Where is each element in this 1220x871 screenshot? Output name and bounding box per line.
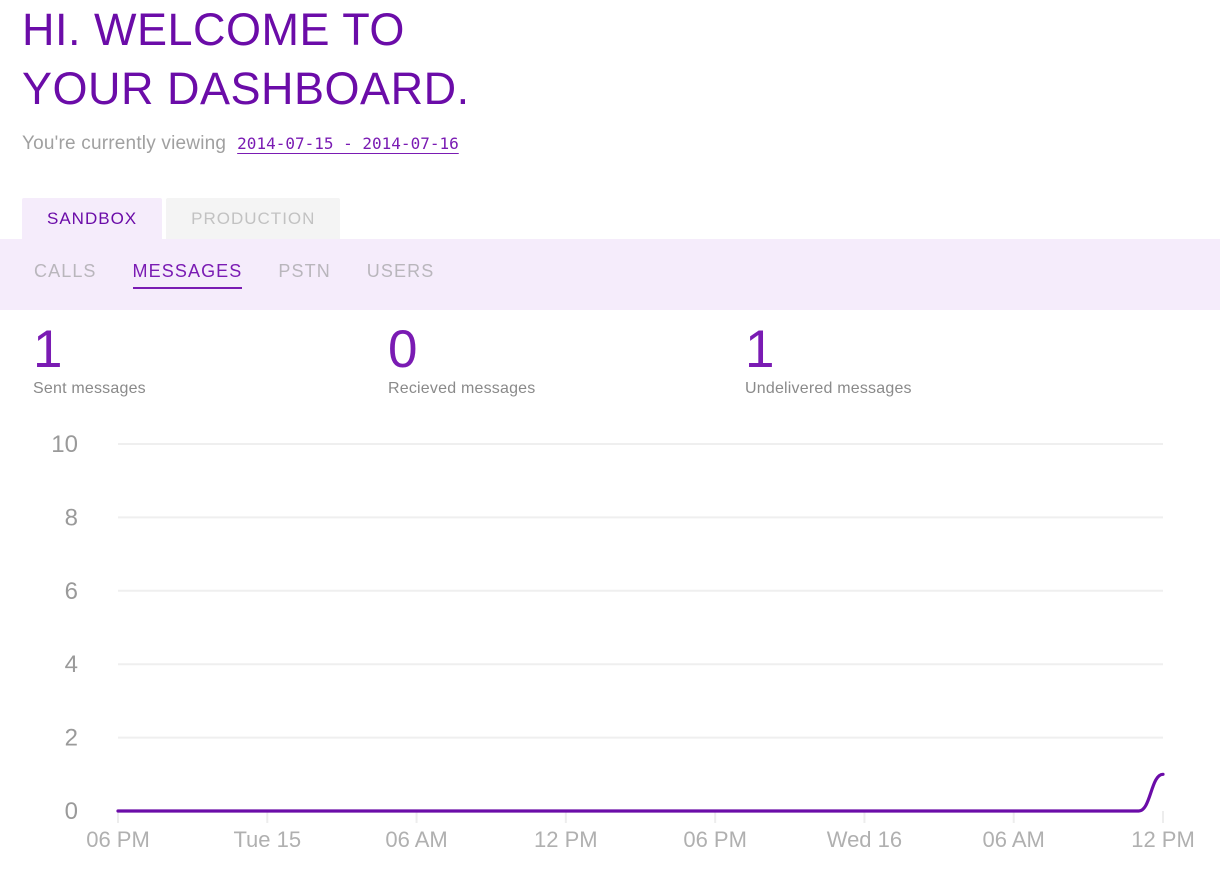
y-axis-tick-label: 4 <box>65 651 78 678</box>
messages-timeseries-chart: 10 8 6 4 2 0 06 PM Tue 15 06 AM 12 PM 06 PM Wed 16… <box>0 408 1220 868</box>
x-axis-tick-label: 12 PM <box>1131 827 1195 852</box>
x-axis-tick-label: 06 AM <box>983 827 1045 852</box>
x-axis-tick-label: 06 PM <box>86 827 150 852</box>
x-axis-tick-label: 12 PM <box>534 827 598 852</box>
stat-sent-messages-value: 1 <box>33 320 63 379</box>
subnav-item-pstn[interactable]: PSTN <box>278 260 330 289</box>
viewing-label: You're currently viewing <box>22 133 227 154</box>
page-header: HI. WELCOME TO YOUR DASHBOARD. You're cu… <box>0 0 1220 155</box>
y-axis-tick-label: 6 <box>65 578 78 605</box>
y-axis-tick-label: 8 <box>65 504 78 531</box>
chart-x-tickmarks <box>117 811 1164 823</box>
stat-undelivered-messages-label: Undelivered messages <box>745 380 912 397</box>
subnav-item-calls[interactable]: CALLS <box>34 260 97 289</box>
chart-gridlines <box>118 443 1163 739</box>
tab-sandbox[interactable]: SANDBOX <box>22 198 163 239</box>
chart-y-axis-labels: 10 8 6 4 2 0 <box>51 431 78 825</box>
environment-tabs: SANDBOX PRODUCTION <box>0 198 1220 239</box>
stat-sent-messages-label: Sent messages <box>33 380 146 397</box>
page-title-line-2: YOUR DASHBOARD. <box>22 63 470 114</box>
x-axis-tick-label: Tue 15 <box>233 827 301 852</box>
y-axis-tick-label: 2 <box>65 725 78 752</box>
section-subnav: CALLS MESSAGES PSTN USERS <box>0 239 1220 310</box>
chart-series-line <box>116 772 1165 813</box>
subnav-item-messages[interactable]: MESSAGES <box>132 260 243 289</box>
stat-undelivered-messages: 1 Undelivered messages <box>745 322 912 398</box>
dashboard-page: HI. WELCOME TO YOUR DASHBOARD. You're cu… <box>0 0 1220 871</box>
stat-recieved-messages-value: 0 <box>388 320 418 379</box>
x-axis-tick-label: 06 AM <box>385 827 447 852</box>
chart-x-axis-labels: 06 PM Tue 15 06 AM 12 PM 06 PM Wed 16 06 AM 12 … <box>86 827 1195 852</box>
x-axis-tick-label: 06 PM <box>683 827 747 852</box>
stat-sent-messages: 1 Sent messages <box>33 322 146 398</box>
chart-canvas: 10 8 6 4 2 0 06 PM Tue 15 06 AM 12 PM 06 PM Wed 16… <box>51 431 1195 852</box>
stat-undelivered-messages-value: 1 <box>745 320 775 379</box>
viewing-range-row: You're currently viewing 2014-07-15 - 20… <box>22 133 1220 155</box>
subnav-item-users[interactable]: USERS <box>367 260 435 289</box>
stat-recieved-messages-label: Recieved messages <box>388 380 536 397</box>
stats-row: 1 Sent messages 0 Recieved messages 1 Un… <box>0 310 1220 408</box>
y-axis-tick-label: 10 <box>51 431 78 458</box>
date-range-link[interactable]: 2014-07-15 - 2014-07-16 <box>237 134 459 153</box>
y-axis-tick-label: 0 <box>65 798 78 825</box>
stat-recieved-messages: 0 Recieved messages <box>388 322 535 398</box>
x-axis-tick-label: Wed 16 <box>827 827 902 852</box>
page-title-line-1: HI. WELCOME TO <box>22 4 405 55</box>
tab-production[interactable]: PRODUCTION <box>166 198 341 239</box>
